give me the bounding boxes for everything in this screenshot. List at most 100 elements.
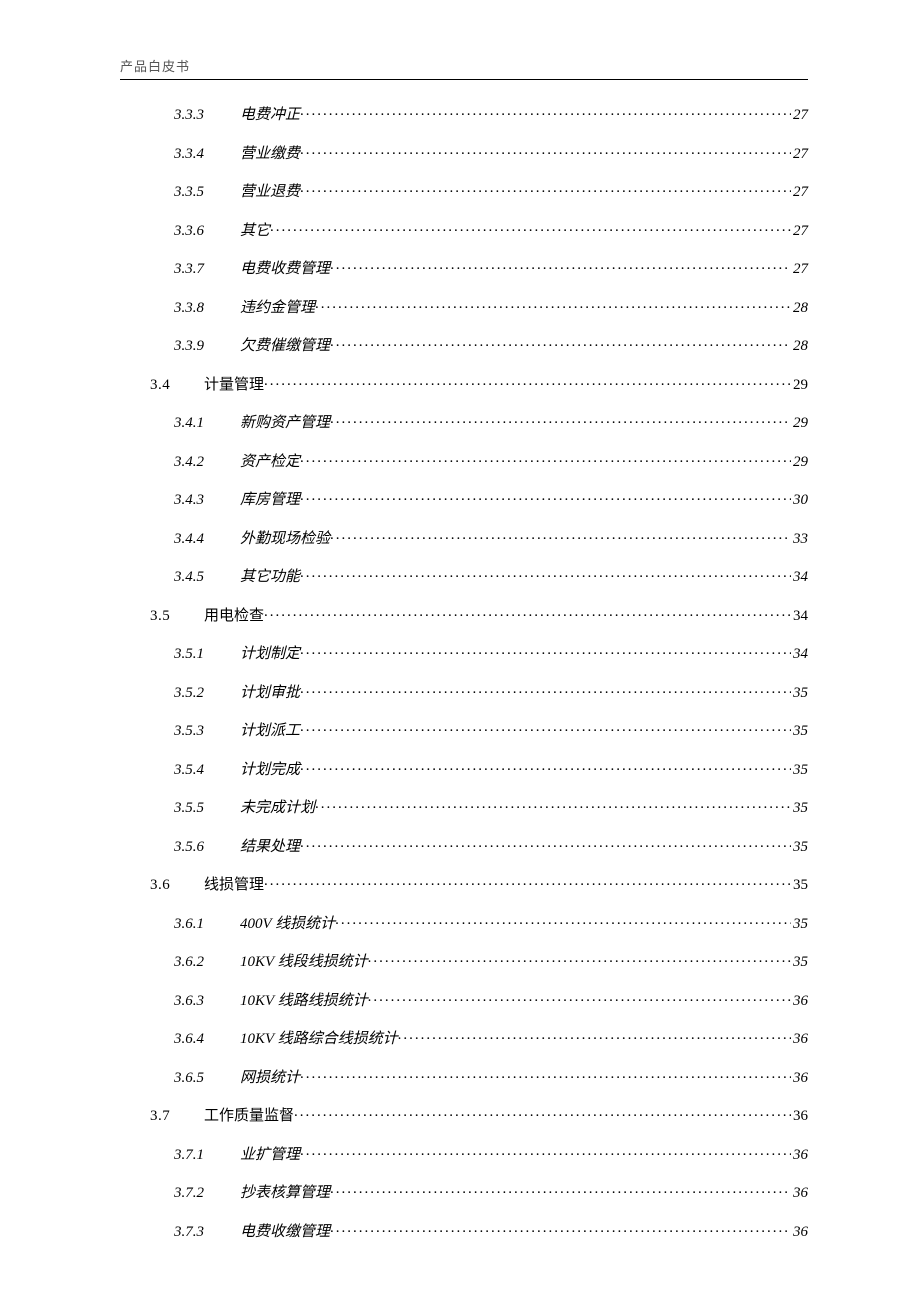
toc-entry[interactable]: 3.3.6其它27 bbox=[174, 220, 808, 239]
toc-leader-dots bbox=[300, 451, 791, 466]
toc-entry[interactable]: 3.6.410KV 线路综合线损统计36 bbox=[174, 1028, 808, 1047]
toc-entry-title: 营业缴费 bbox=[240, 147, 300, 162]
toc-entry[interactable]: 3.6.210KV 线段线损统计35 bbox=[174, 951, 808, 970]
page-header: 产品白皮书 bbox=[120, 56, 808, 80]
toc-entry-page: 36 bbox=[791, 1032, 808, 1047]
toc-entry-number: 3.4.5 bbox=[174, 570, 218, 585]
toc-entry-page: 34 bbox=[791, 570, 808, 585]
toc-entry-title: 未完成计划 bbox=[240, 801, 315, 816]
toc-entry-page: 35 bbox=[791, 955, 808, 970]
toc-entry-page: 29 bbox=[791, 378, 808, 393]
toc-entry-page: 28 bbox=[791, 301, 808, 316]
toc-entry-page: 27 bbox=[791, 147, 808, 162]
toc-entry-title: 计划完成 bbox=[240, 763, 300, 778]
toc-entry[interactable]: 3.7.1业扩管理36 bbox=[174, 1144, 808, 1163]
toc-entry-page: 27 bbox=[791, 262, 808, 277]
toc-entry-number: 3.5.3 bbox=[174, 724, 218, 739]
toc-entry-title: 抄表核算管理 bbox=[240, 1186, 330, 1201]
toc-entry-title: 其它功能 bbox=[240, 570, 300, 585]
toc-entry-number: 3.4.4 bbox=[174, 532, 218, 547]
toc-leader-dots bbox=[368, 951, 791, 966]
toc-entry[interactable]: 3.6.5网损统计36 bbox=[174, 1067, 808, 1086]
toc-leader-dots bbox=[300, 104, 791, 119]
toc-entry-title: 工作质量监督 bbox=[204, 1109, 294, 1124]
toc-leader-dots bbox=[264, 605, 791, 620]
toc-entry[interactable]: 3.7工作质量监督36 bbox=[150, 1105, 808, 1124]
toc-entry-page: 36 bbox=[791, 994, 808, 1009]
toc-leader-dots bbox=[330, 1221, 791, 1236]
toc-entry[interactable]: 3.6.1400V 线损统计35 bbox=[174, 913, 808, 932]
toc-entry-title: 其它 bbox=[240, 224, 270, 239]
toc-entry[interactable]: 3.5.3 计划派工 35 bbox=[174, 720, 808, 739]
toc-entry-title: 10KV 线路线损统计 bbox=[240, 994, 368, 1009]
toc-entry-title: 资产检定 bbox=[240, 455, 300, 470]
toc-entry[interactable]: 3.3.5营业退费27 bbox=[174, 181, 808, 200]
toc-entry-page: 34 bbox=[791, 647, 808, 662]
toc-entry[interactable]: 3.5.2计划审批35 bbox=[174, 682, 808, 701]
toc-leader-dots bbox=[315, 797, 791, 812]
toc-entry-number: 3.3.4 bbox=[174, 147, 218, 162]
toc-entry-page: 35 bbox=[791, 724, 808, 739]
toc-entry-page: 34 bbox=[791, 609, 808, 624]
toc-entry-number: 3.7 bbox=[150, 1109, 180, 1124]
toc-entry-title: 10KV 线路综合线损统计 bbox=[240, 1032, 398, 1047]
toc-entry-number: 3.7.3 bbox=[174, 1225, 218, 1240]
toc-entry[interactable]: 3.4.1新购资产管理29 bbox=[174, 412, 808, 431]
toc-entry-title: 库房管理 bbox=[240, 493, 300, 508]
toc-entry[interactable]: 3.7.2抄表核算管理36 bbox=[174, 1182, 808, 1201]
toc-entry-page: 29 bbox=[791, 455, 808, 470]
toc-entry-page: 28 bbox=[791, 339, 808, 354]
toc-entry-number: 3.6.1 bbox=[174, 917, 218, 932]
toc-entry-number: 3.4 bbox=[150, 378, 180, 393]
toc-entry-title: 计划审批 bbox=[240, 686, 300, 701]
toc-entry[interactable]: 3.4.4外勤现场检验33 bbox=[174, 528, 808, 547]
toc-entry[interactable]: 3.3.4 营业缴费 27 bbox=[174, 143, 808, 162]
toc-entry[interactable]: 3.5.1计划制定34 bbox=[174, 643, 808, 662]
toc-leader-dots bbox=[264, 374, 791, 389]
toc-entry-title: 结果处理 bbox=[240, 840, 300, 855]
toc-leader-dots bbox=[330, 258, 791, 273]
toc-leader-dots bbox=[300, 643, 791, 658]
toc-entry-title: 网损统计 bbox=[240, 1071, 300, 1086]
toc-entry-title: 400V 线损统计 bbox=[240, 917, 335, 932]
toc-entry-number: 3.5.5 bbox=[174, 801, 218, 816]
toc-entry-title: 计划制定 bbox=[240, 647, 300, 662]
toc-leader-dots bbox=[294, 1105, 791, 1120]
toc-entry-title: 电费冲正 bbox=[240, 108, 300, 123]
toc-entry-number: 3.6.5 bbox=[174, 1071, 218, 1086]
toc-entry-page: 27 bbox=[791, 185, 808, 200]
toc-leader-dots bbox=[300, 566, 791, 581]
toc-entry[interactable]: 3.5用电检查34 bbox=[150, 605, 808, 624]
toc-entry[interactable]: 3.7.3电费收缴管理36 bbox=[174, 1221, 808, 1240]
toc-entry[interactable]: 3.4.3库房管理30 bbox=[174, 489, 808, 508]
toc-entry-number: 3.3.7 bbox=[174, 262, 218, 277]
toc-leader-dots bbox=[330, 412, 791, 427]
toc-entry[interactable]: 3.4.2资产检定29 bbox=[174, 451, 808, 470]
toc-leader-dots bbox=[315, 297, 791, 312]
toc-entry[interactable]: 3.6线损管理35 bbox=[150, 874, 808, 893]
toc-leader-dots bbox=[330, 335, 791, 350]
toc-entry-title: 计划派工 bbox=[240, 724, 300, 739]
toc-leader-dots bbox=[335, 913, 791, 928]
toc-entry[interactable]: 3.3.9欠费催缴管理28 bbox=[174, 335, 808, 354]
toc-entry[interactable]: 3.4.5 其它功能 34 bbox=[174, 566, 808, 585]
toc-entry[interactable]: 3.4计量管理29 bbox=[150, 374, 808, 393]
toc-entry-page: 36 bbox=[791, 1148, 808, 1163]
toc-entry[interactable]: 3.5.4计划完成35 bbox=[174, 759, 808, 778]
toc-leader-dots bbox=[330, 528, 791, 543]
toc-entry-page: 27 bbox=[791, 224, 808, 239]
toc-entry[interactable]: 3.5.5 未完成计划 35 bbox=[174, 797, 808, 816]
toc-entry-title: 电费收缴管理 bbox=[240, 1225, 330, 1240]
toc-entry[interactable]: 3.6.310KV 线路线损统计36 bbox=[174, 990, 808, 1009]
toc-entry[interactable]: 3.3.8违约金管理28 bbox=[174, 297, 808, 316]
toc-leader-dots bbox=[300, 489, 791, 504]
toc-entry-page: 35 bbox=[791, 840, 808, 855]
toc-entry[interactable]: 3.5.6结果处理35 bbox=[174, 836, 808, 855]
toc-entry-page: 29 bbox=[791, 416, 808, 431]
toc-entry-title: 营业退费 bbox=[240, 185, 300, 200]
toc-entry[interactable]: 3.3.3电费冲正27 bbox=[174, 104, 808, 123]
toc-entry-page: 35 bbox=[791, 801, 808, 816]
toc-entry[interactable]: 3.3.7电费收费管理27 bbox=[174, 258, 808, 277]
toc-entry-page: 35 bbox=[791, 763, 808, 778]
toc-entry-number: 3.7.2 bbox=[174, 1186, 218, 1201]
